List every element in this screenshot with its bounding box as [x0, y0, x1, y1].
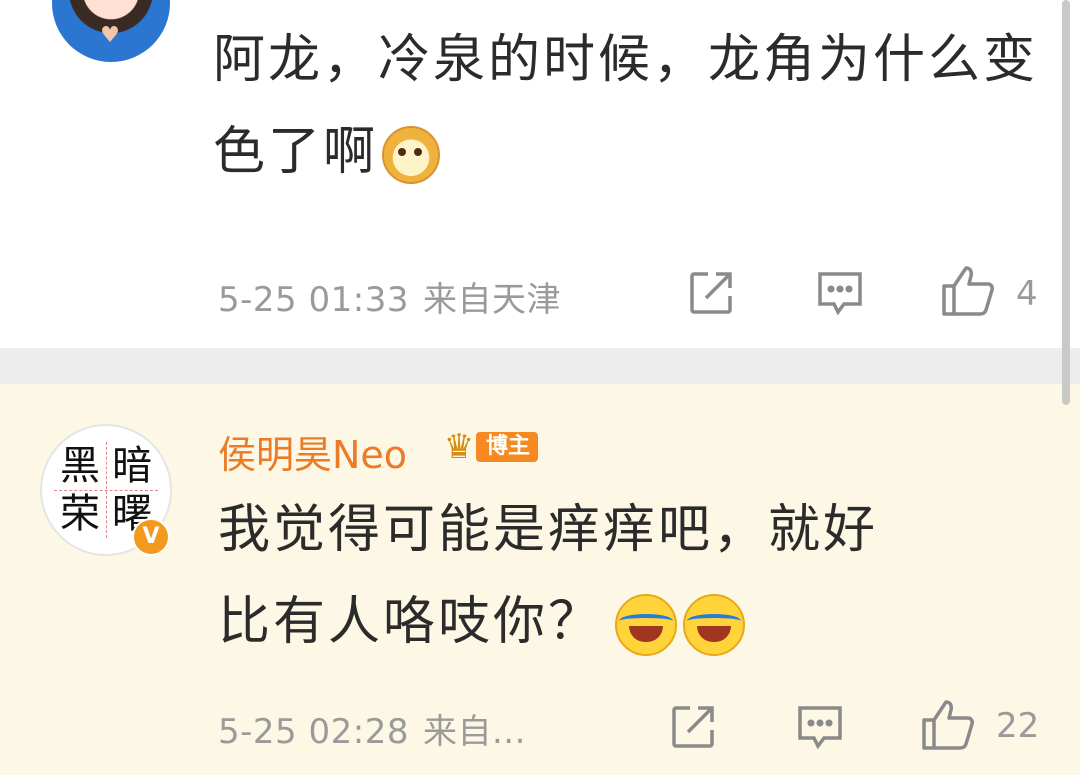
verified-badge-icon: V [132, 518, 170, 556]
comment-text-line: 我觉得可能是痒痒吧，就好 [218, 500, 879, 560]
like-icon[interactable] [940, 264, 996, 318]
blogger-badge: ♛ 博主 [436, 426, 546, 468]
scrollbar[interactable] [1062, 0, 1070, 405]
username[interactable]: 侯明昊Neo [218, 424, 407, 479]
comment-meta: 5-25 01:33 来自天津 [218, 272, 561, 321]
comment-item: 黑 暗 荣 曙 V 侯明昊Neo ♛ 博主 我觉得可能是痒痒吧，就好 比有人咯吱… [0, 384, 1080, 775]
like-icon[interactable] [920, 698, 976, 752]
location: 来自... [422, 712, 526, 752]
comment-text-content: 阿龙，冷泉的时候，龙角为什么变色了啊 [213, 30, 1039, 182]
doge-emoji-icon [382, 126, 441, 184]
comment-text: 阿龙，冷泉的时候，龙角为什么变色了啊 [213, 14, 1053, 198]
share-icon[interactable] [668, 702, 718, 752]
comment-icon[interactable] [814, 268, 866, 318]
comment-text-line: 比有人咯吱你？ [218, 592, 604, 652]
heart-icon: ♥ [100, 23, 120, 48]
avatar-char: 暗 [112, 443, 152, 489]
avatar-char: 黑 [60, 443, 100, 489]
badge-label: 博主 [476, 432, 539, 462]
laugh-cry-emoji-icon [683, 594, 746, 656]
timestamp: 5-25 02:28 [218, 712, 409, 752]
avatar[interactable]: ♥ [52, 0, 170, 62]
avatar-char: 荣 [60, 491, 100, 537]
comment-icon[interactable] [794, 702, 846, 752]
comment-meta: 5-25 02:28 来自... [218, 704, 526, 753]
comment-text-line-2: 比有人咯吱你？ [218, 576, 1058, 668]
like-count: 22 [996, 706, 1040, 746]
like-count: 4 [1016, 274, 1038, 314]
comment-item: ♥ 阿龙，冷泉的时候，龙角为什么变色了啊 5-25 01:33 来自天津 4 [0, 0, 1080, 348]
location: 来自天津 [422, 280, 561, 320]
divider [0, 348, 1080, 384]
comment-text: 我觉得可能是痒痒吧，就好 比有人咯吱你？ [218, 484, 1058, 668]
timestamp: 5-25 01:33 [218, 280, 409, 320]
laugh-cry-emoji-icon [615, 594, 678, 656]
share-icon[interactable] [686, 268, 736, 318]
